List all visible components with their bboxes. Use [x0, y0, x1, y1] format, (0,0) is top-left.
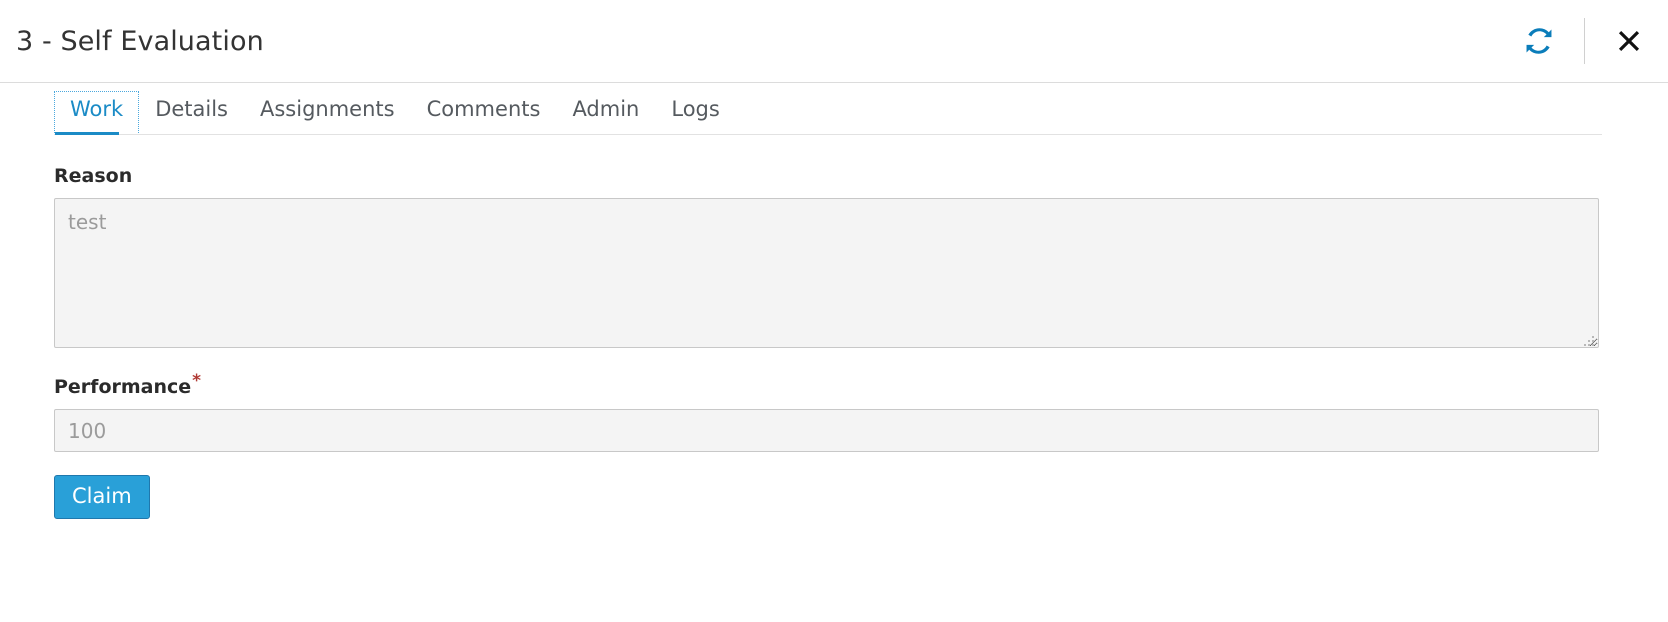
tab-admin[interactable]: Admin — [556, 91, 655, 135]
performance-label: Performance* — [54, 372, 1668, 398]
header-divider — [1584, 18, 1585, 64]
performance-label-text: Performance — [54, 376, 192, 398]
dialog-header: 3 - Self Evaluation — [0, 0, 1668, 83]
performance-input[interactable] — [54, 409, 1599, 452]
page-title: 3 - Self Evaluation — [16, 25, 264, 57]
button-spacer — [54, 452, 1668, 475]
header-actions — [1522, 0, 1668, 82]
work-tab-panel: Reason Performance* Claim — [0, 135, 1668, 520]
close-icon — [1612, 24, 1646, 58]
performance-field: Performance* — [54, 372, 1668, 452]
reason-input-wrapper — [54, 198, 1599, 348]
reason-label: Reason — [54, 165, 133, 187]
refresh-icon — [1522, 24, 1556, 58]
tab-details[interactable]: Details — [139, 91, 244, 135]
reason-field: Reason — [54, 165, 1668, 348]
claim-button[interactable]: Claim — [54, 475, 150, 520]
refresh-button[interactable] — [1522, 24, 1556, 58]
tab-comments[interactable]: Comments — [411, 91, 557, 135]
required-asterisk: * — [192, 370, 202, 391]
close-button[interactable] — [1612, 24, 1646, 58]
field-spacer — [54, 348, 1668, 376]
tab-work[interactable]: Work — [54, 90, 140, 136]
tab-bar: Work Details Assignments Comments Admin … — [0, 83, 1668, 136]
tab-assignments[interactable]: Assignments — [244, 91, 411, 135]
reason-input[interactable] — [54, 198, 1599, 348]
tab-logs[interactable]: Logs — [655, 91, 735, 135]
